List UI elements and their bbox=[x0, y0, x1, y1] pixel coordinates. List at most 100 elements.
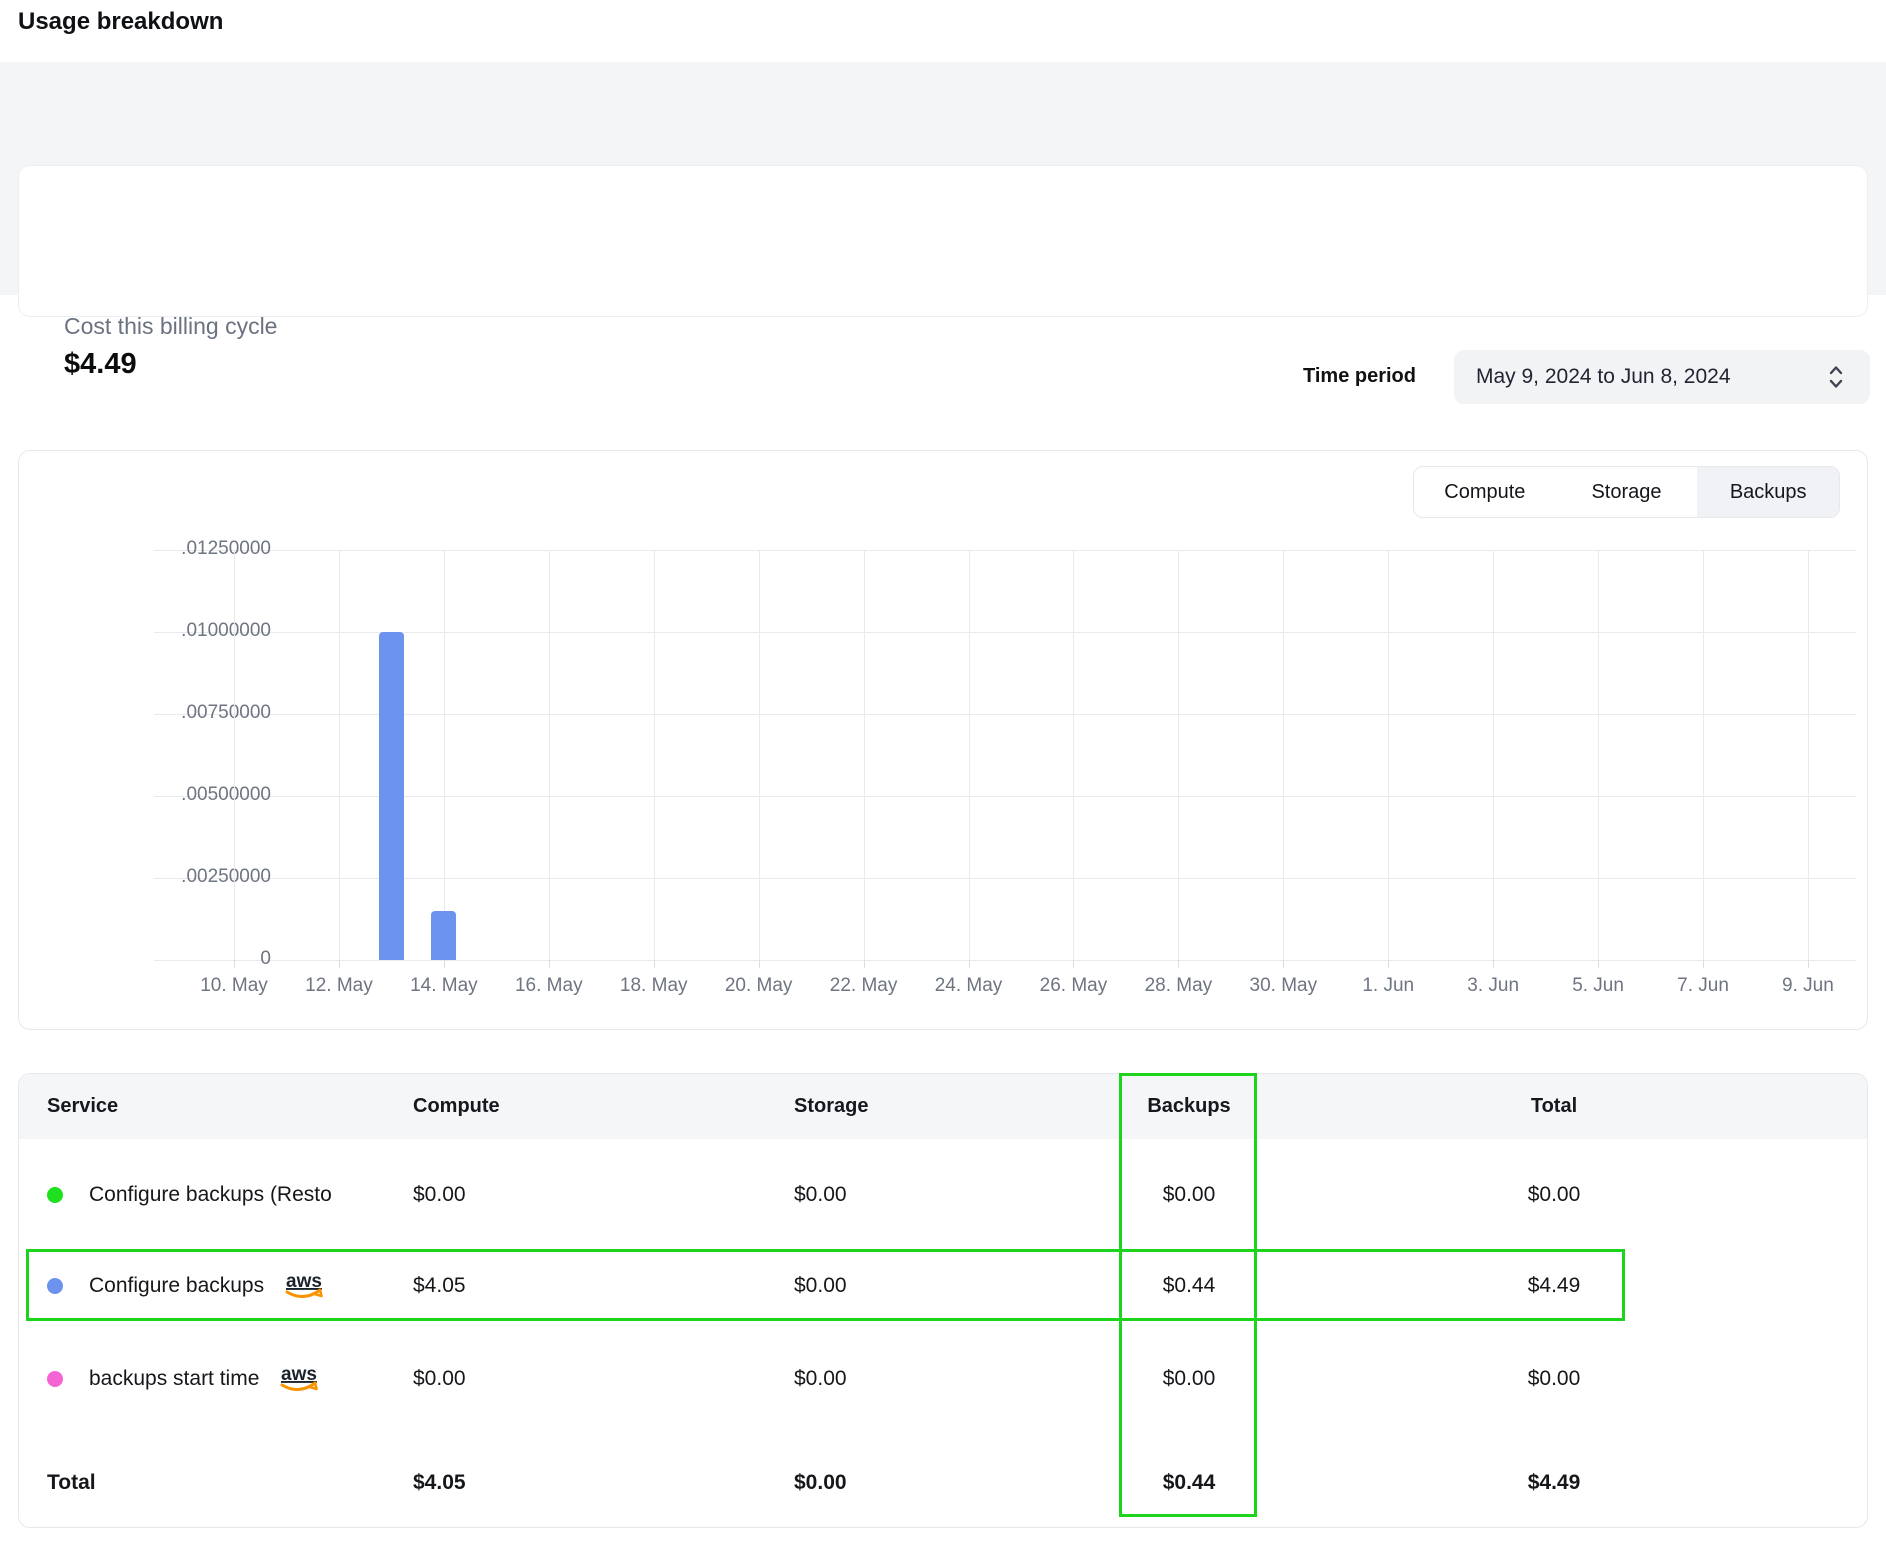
gridline-vertical bbox=[1598, 550, 1599, 960]
x-axis-tick bbox=[1388, 960, 1389, 968]
x-axis-tick-label: 5. Jun bbox=[1538, 975, 1658, 997]
storage-cost: $0.00 bbox=[794, 1322, 994, 1436]
summary-band: Cost this billing cycle $4.49 bbox=[0, 62, 1886, 295]
gridline-vertical bbox=[444, 550, 445, 960]
backups-cost: $0.00 bbox=[1120, 1322, 1258, 1436]
gridline-vertical bbox=[1073, 550, 1074, 960]
x-axis-tick-label: 3. Jun bbox=[1433, 975, 1553, 997]
y-axis-tick-label: .00250000 bbox=[161, 866, 271, 888]
y-axis-tick-label: 0 bbox=[161, 948, 271, 970]
total-row-label: Total bbox=[47, 1436, 407, 1528]
tab-storage[interactable]: Storage bbox=[1556, 467, 1698, 517]
column-header-storage: Storage bbox=[794, 1074, 994, 1139]
x-axis-tick bbox=[339, 960, 340, 968]
x-axis-tick bbox=[1073, 960, 1074, 968]
x-axis-tick bbox=[1808, 960, 1809, 968]
column-header-backups: Backups bbox=[1120, 1074, 1258, 1139]
x-axis-tick-label: 18. May bbox=[594, 975, 714, 997]
x-axis-tick bbox=[1598, 960, 1599, 968]
x-axis-tick bbox=[1178, 960, 1179, 968]
gridline-vertical bbox=[759, 550, 760, 960]
total-cost: $4.49 bbox=[1454, 1250, 1654, 1322]
series-dot-blue bbox=[47, 1278, 63, 1294]
total-cost: $0.00 bbox=[1454, 1322, 1654, 1436]
usage-bar-14-may[interactable] bbox=[431, 911, 456, 960]
backups-total: $0.44 bbox=[1120, 1436, 1258, 1528]
tab-backups[interactable]: Backups bbox=[1697, 467, 1839, 517]
gridline-vertical bbox=[339, 550, 340, 960]
usage-bar-13-may[interactable] bbox=[379, 632, 404, 960]
total-cost: $0.00 bbox=[1454, 1139, 1654, 1250]
x-axis-tick-label: 22. May bbox=[804, 975, 924, 997]
page-title: Usage breakdown bbox=[18, 8, 223, 36]
x-axis-tick-label: 1. Jun bbox=[1328, 975, 1448, 997]
cost-cycle-label: Cost this billing cycle bbox=[64, 313, 277, 340]
backups-bar-chart: .01250000.01000000.00750000.00500000.002… bbox=[154, 550, 1856, 960]
y-axis-tick-label: .00750000 bbox=[161, 702, 271, 724]
x-axis-tick bbox=[759, 960, 760, 968]
time-period-value: May 9, 2024 to Jun 8, 2024 bbox=[1476, 365, 1731, 389]
gridline-vertical bbox=[864, 550, 865, 960]
gridline-vertical bbox=[969, 550, 970, 960]
table-row-configure-backups[interactable]: Configure backups aws $4.05 $0.00 $0.44 … bbox=[19, 1250, 1867, 1322]
x-axis-tick-label: 30. May bbox=[1223, 975, 1343, 997]
service-name: Configure backups bbox=[89, 1274, 264, 1298]
compute-cost: $0.00 bbox=[413, 1322, 613, 1436]
cost-cycle-value: $4.49 bbox=[64, 348, 137, 381]
x-axis-tick bbox=[549, 960, 550, 968]
x-axis-tick-label: 24. May bbox=[909, 975, 1029, 997]
x-axis-tick-label: 26. May bbox=[1013, 975, 1133, 997]
aws-logo-icon: aws bbox=[280, 1269, 328, 1309]
cost-summary-card: Cost this billing cycle $4.49 bbox=[18, 165, 1868, 317]
select-updown-icon bbox=[1826, 364, 1846, 395]
chart-metric-tabs: Compute Storage Backups bbox=[1413, 466, 1840, 518]
gridline-vertical bbox=[1808, 550, 1809, 960]
table-row-backups-start-time[interactable]: backups start time aws $0.00 $0.00 $0.00… bbox=[19, 1322, 1867, 1436]
service-name: backups start time bbox=[89, 1367, 259, 1391]
x-axis-tick-label: 14. May bbox=[384, 975, 504, 997]
y-axis-tick-label: .01250000 bbox=[161, 538, 271, 560]
x-axis-tick bbox=[444, 960, 445, 968]
column-header-total: Total bbox=[1454, 1074, 1654, 1139]
aws-logo-icon: aws bbox=[275, 1362, 323, 1402]
table-header-row: Service Compute Storage Backups Total bbox=[19, 1074, 1867, 1139]
gridline-horizontal bbox=[154, 796, 1856, 797]
gridline-vertical bbox=[234, 550, 235, 960]
time-period-select[interactable]: May 9, 2024 to Jun 8, 2024 bbox=[1454, 350, 1870, 404]
gridline-vertical bbox=[1493, 550, 1494, 960]
compute-total: $4.05 bbox=[413, 1436, 613, 1528]
storage-total: $0.00 bbox=[794, 1436, 994, 1528]
x-axis-tick-label: 10. May bbox=[174, 975, 294, 997]
x-axis-tick bbox=[654, 960, 655, 968]
table-total-row: Total $4.05 $0.00 $0.44 $4.49 bbox=[19, 1436, 1867, 1528]
gridline-vertical bbox=[1388, 550, 1389, 960]
time-period-label: Time period bbox=[1196, 365, 1416, 388]
gridline-vertical bbox=[654, 550, 655, 960]
series-dot-pink bbox=[47, 1371, 63, 1387]
compute-cost: $4.05 bbox=[413, 1250, 613, 1322]
gridline-vertical bbox=[1703, 550, 1704, 960]
storage-cost: $0.00 bbox=[794, 1250, 994, 1322]
svg-text:aws: aws bbox=[281, 1364, 317, 1385]
x-axis-tick-label: 9. Jun bbox=[1748, 975, 1868, 997]
x-axis-tick bbox=[234, 960, 235, 968]
compute-cost: $0.00 bbox=[413, 1139, 613, 1250]
x-axis-tick bbox=[1703, 960, 1704, 968]
x-axis-tick-label: 7. Jun bbox=[1643, 975, 1763, 997]
svg-text:aws: aws bbox=[286, 1271, 322, 1292]
backups-cost: $0.44 bbox=[1120, 1250, 1258, 1322]
column-header-service: Service bbox=[47, 1074, 407, 1139]
gridline-horizontal bbox=[154, 960, 1856, 961]
usage-table-card: Service Compute Storage Backups Total Co… bbox=[18, 1073, 1868, 1528]
gridline-horizontal bbox=[154, 550, 1856, 551]
gridline-horizontal bbox=[154, 714, 1856, 715]
x-axis-tick-label: 16. May bbox=[489, 975, 609, 997]
gridline-horizontal bbox=[154, 632, 1856, 633]
table-row-configure-backups-restored[interactable]: Configure backups (Resto $0.00 $0.00 $0.… bbox=[19, 1139, 1867, 1250]
backups-cost: $0.00 bbox=[1120, 1139, 1258, 1250]
service-name: Configure backups (Resto bbox=[89, 1183, 332, 1207]
x-axis-tick bbox=[1493, 960, 1494, 968]
tab-compute[interactable]: Compute bbox=[1414, 467, 1556, 517]
x-axis-tick bbox=[1283, 960, 1284, 968]
gridline-vertical bbox=[549, 550, 550, 960]
